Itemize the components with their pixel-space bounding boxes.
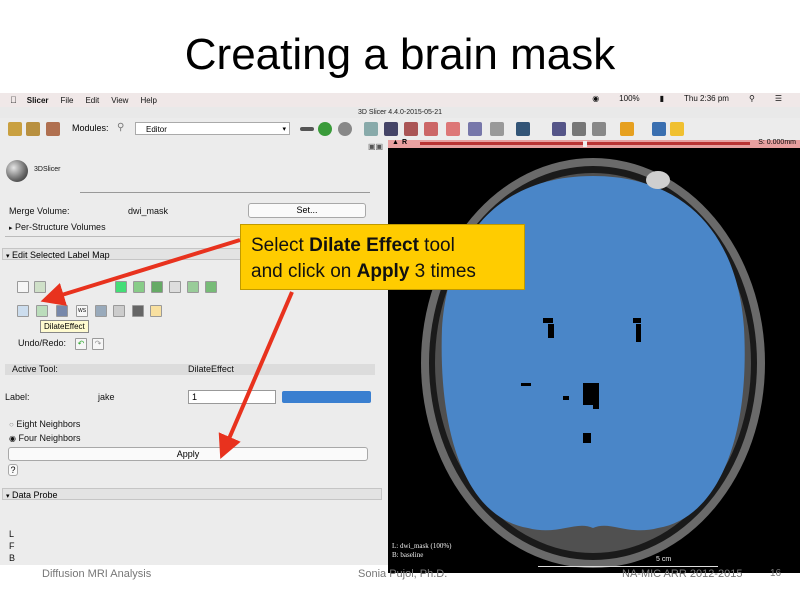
- footer-left: Diffusion MRI Analysis: [42, 568, 152, 580]
- arrow-to-apply-button: [218, 291, 294, 460]
- footer-center: Sonia Pujol, Ph.D.: [358, 568, 448, 580]
- page-number: 16: [770, 568, 782, 579]
- footer-right: NA-MIC ARR 2012-2015: [622, 568, 743, 580]
- annotation-arrows: [40, 238, 294, 460]
- arrow-to-dilate-tool: [40, 238, 241, 306]
